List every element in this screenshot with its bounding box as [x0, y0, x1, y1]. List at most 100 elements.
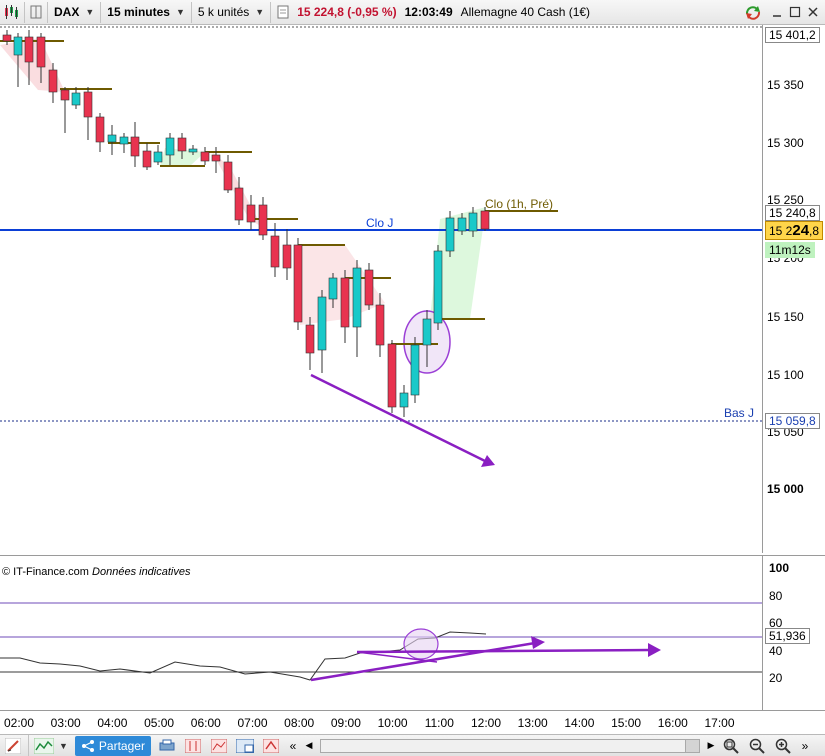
candle-up: [468, 212, 478, 232]
candle-down: [83, 91, 93, 118]
layout-icon[interactable]: [234, 736, 256, 756]
candle-up: [433, 250, 443, 324]
osc-value-box: 51,936: [765, 628, 810, 644]
time-tick: 02:00: [3, 716, 35, 730]
time-tick: 06:00: [190, 716, 221, 730]
close-icon[interactable]: [803, 2, 823, 22]
minimize-icon[interactable]: [767, 2, 787, 22]
scroll-step-left-icon[interactable]: ◀: [304, 736, 314, 756]
candle-down: [340, 277, 350, 328]
price-tick: 15 000: [767, 482, 804, 496]
sheet-icon[interactable]: [273, 1, 293, 23]
price-tick: 15 350: [767, 78, 804, 92]
zoom-fit-icon[interactable]: [720, 736, 742, 756]
separator: [28, 735, 29, 756]
time-tick: 14:00: [564, 716, 595, 730]
indicator-dropdown-icon[interactable]: ▼: [59, 741, 68, 751]
refresh-icon[interactable]: [743, 2, 763, 22]
candle-down: [364, 269, 374, 306]
price-chart[interactable]: Clo J Clo (1h, Pré) Bas J © IT-Finance.c…: [0, 25, 762, 578]
time-tick: 16:00: [657, 716, 688, 730]
oscillator-chart[interactable]: [0, 555, 762, 710]
candle-down: [36, 36, 46, 68]
oscillator-axis: 100 80 60 51,936 40 20: [762, 555, 825, 710]
candle-down: [305, 324, 315, 354]
candle-down: [293, 244, 303, 323]
instrument-name: Allemagne 40 Cash (1€): [460, 5, 591, 19]
current-price-prefix: 15 2: [769, 224, 793, 238]
zoom-in-icon[interactable]: [772, 736, 794, 756]
time-tick: 04:00: [97, 716, 128, 730]
candle-down: [2, 34, 12, 42]
time-tick: 11:00: [424, 716, 454, 730]
current-price-main: 24: [792, 222, 810, 239]
time-tick: 13:00: [517, 716, 548, 730]
candle-down: [223, 161, 233, 191]
low-price-box: 15 059,8: [765, 413, 820, 429]
oscillator-canvas[interactable]: [0, 556, 762, 711]
symbol-field[interactable]: DAX: [50, 5, 83, 19]
osc-tick: 20: [769, 671, 783, 685]
separator: [190, 1, 192, 23]
candle-up: [188, 148, 198, 153]
high-price-box: 15 401,2: [765, 27, 820, 43]
candle-down: [375, 304, 385, 346]
time-tick: 08:00: [284, 716, 315, 730]
top-toolbar: DAX ▼ 15 minutes ▼ 5 k unités ▼ 15 224,8…: [0, 0, 825, 25]
time-tick: 12:00: [470, 716, 502, 730]
osc-trend-arrow-1-head: [531, 636, 545, 649]
candle-down: [270, 235, 280, 268]
scroll-step-right-icon[interactable]: ▶: [706, 736, 716, 756]
candle-up: [352, 267, 362, 328]
price-axis[interactable]: 15 401,2 15 350 15 300 15 250 15 240,8 1…: [762, 25, 825, 553]
alert-icon[interactable]: [260, 736, 282, 756]
indicator-icon[interactable]: [33, 736, 55, 756]
red-chart-icon[interactable]: [182, 736, 204, 756]
candle-down: [48, 69, 58, 93]
units-dropdown-icon[interactable]: ▼: [255, 7, 264, 17]
clock-time: 12:03:49: [404, 5, 453, 19]
scroll-right-icon[interactable]: »: [798, 736, 812, 756]
candle-down: [387, 343, 397, 408]
template-icon[interactable]: [208, 736, 230, 756]
osc-trend-arrow-2: [356, 648, 651, 654]
timeframe-dropdown-icon[interactable]: ▼: [176, 7, 185, 17]
print-icon[interactable]: [156, 736, 178, 756]
time-tick: 03:00: [50, 716, 81, 730]
grid-icon[interactable]: [27, 1, 45, 23]
osc-tick: 100: [769, 561, 790, 575]
candle-down: [246, 204, 256, 223]
price-chart-canvas[interactable]: [0, 25, 762, 553]
symbol-dropdown-icon[interactable]: ▼: [85, 7, 94, 17]
pen-icon[interactable]: [2, 736, 24, 756]
candle-up: [119, 136, 129, 145]
price-tick: 15 150: [767, 310, 804, 324]
separator: [47, 1, 48, 23]
timeframe-select[interactable]: 15 minutes: [103, 5, 174, 19]
candle-down: [282, 244, 292, 269]
trend-arrow-line: [310, 373, 486, 463]
osc-tick: 80: [769, 589, 783, 603]
share-icon: [81, 739, 94, 752]
units-select[interactable]: 5 k unités: [194, 5, 253, 19]
clo-1h-label: Clo (1h, Pré): [485, 197, 554, 211]
scroll-left-icon[interactable]: «: [286, 736, 300, 756]
time-tick: 07:00: [237, 716, 268, 730]
candle-down: [24, 36, 34, 63]
share-button[interactable]: Partager: [74, 735, 151, 756]
separator: [24, 1, 25, 23]
scrollbar-thumb[interactable]: [684, 739, 699, 752]
candle-up: [107, 134, 117, 143]
candlestick-icon[interactable]: [0, 1, 22, 23]
time-scrollbar[interactable]: [319, 738, 700, 753]
candle-up: [399, 392, 409, 408]
price-tick: 15 100: [767, 368, 804, 382]
maximize-icon[interactable]: [785, 2, 805, 22]
candle-up: [317, 296, 327, 351]
candle-up: [153, 151, 163, 163]
candle-up: [445, 217, 455, 252]
current-price-suffix: ,8: [809, 224, 820, 238]
price-change: 15 224,8 (-0,95 %): [297, 5, 397, 19]
zoom-out-icon[interactable]: [746, 736, 768, 756]
candle-down: [142, 150, 152, 168]
